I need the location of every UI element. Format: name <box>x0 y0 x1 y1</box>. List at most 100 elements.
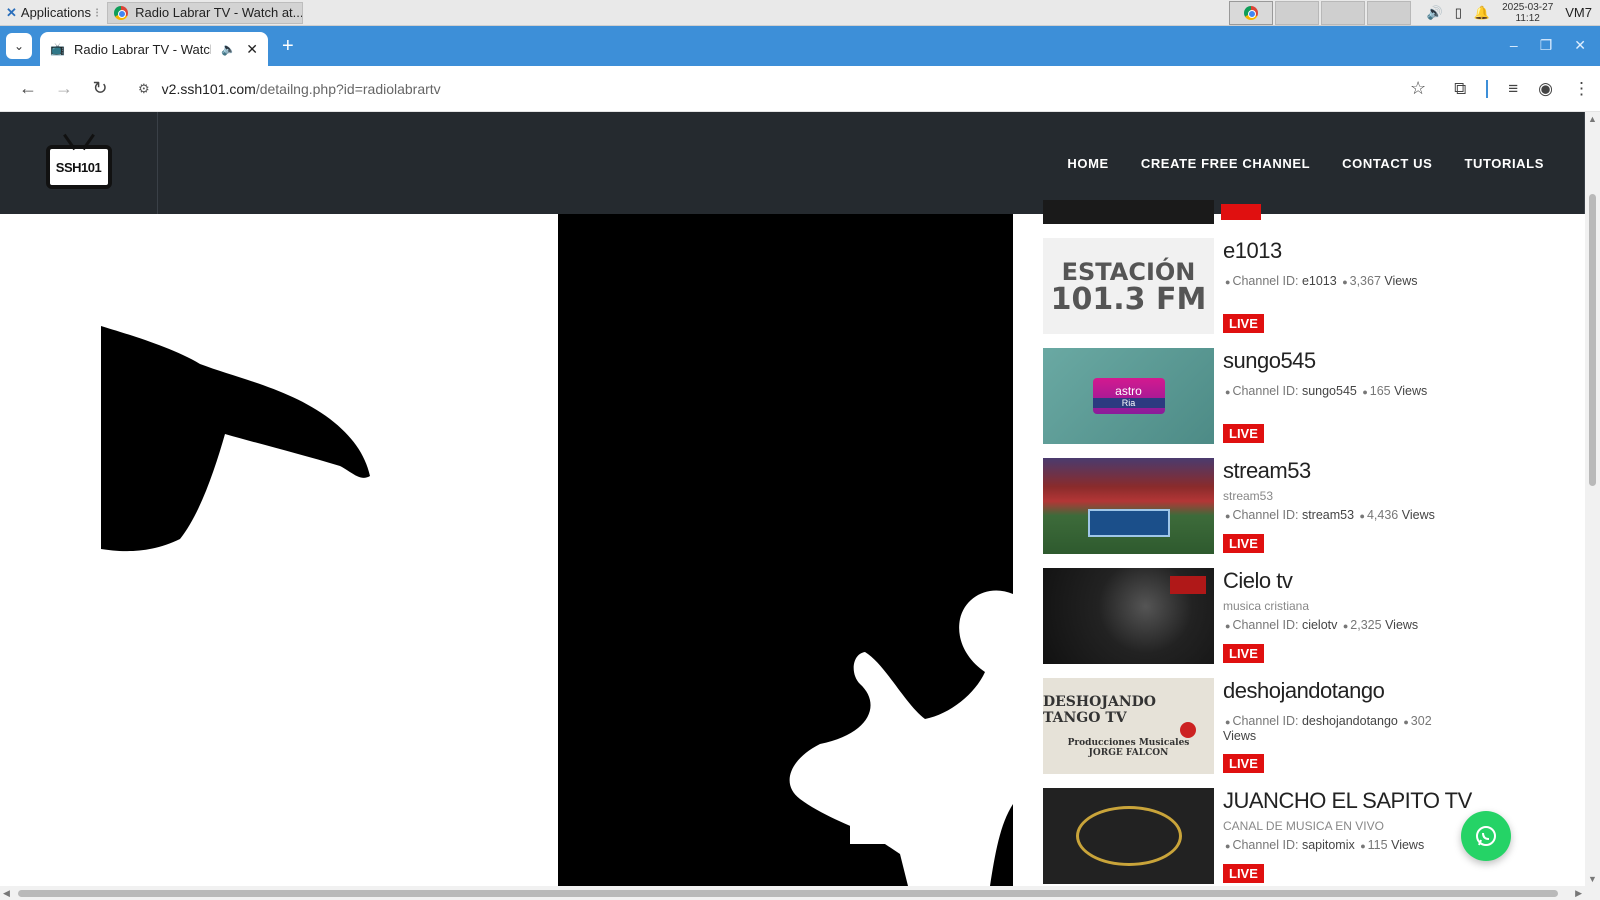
channel-meta: ● Channel ID: deshojandotango ● 302 Views <box>1223 714 1432 743</box>
vertical-scrollbar[interactable]: ▲ ▼ <box>1585 112 1600 886</box>
notification-bell-icon[interactable]: 🔔 <box>1474 5 1490 21</box>
volume-icon[interactable]: 🔊 <box>1427 5 1443 21</box>
close-window-icon[interactable]: ✕ <box>1574 37 1586 54</box>
views-label: Views <box>1391 838 1425 852</box>
extensions-puzzle-icon[interactable]: ⧉ <box>1454 79 1466 99</box>
channel-thumbnail[interactable]: DESHOJANDO TANGO TV Producciones Musical… <box>1043 678 1214 774</box>
horizontal-scroll-thumb[interactable] <box>18 890 1558 897</box>
channel-id: stream53 <box>1301 508 1355 522</box>
cielo-badge <box>1170 576 1206 594</box>
main-nav: HOME CREATE FREE CHANNEL CONTACT US TUTO… <box>1067 112 1585 214</box>
reload-icon[interactable]: ↻ <box>82 78 118 99</box>
channel-id: deshojandotango <box>1301 714 1398 728</box>
scroll-up-arrow-icon[interactable]: ▲ <box>1588 114 1597 124</box>
tv-logo-icon: SSH101 <box>45 145 112 189</box>
browser-tab-active[interactable]: 📺 Radio Labrar TV - Watch 🔈 ✕ <box>40 32 268 66</box>
clock-time: 11:12 <box>1515 12 1540 24</box>
taskbar-window-button[interactable]: Radio Labrar TV - Watch at... <box>107 1 304 24</box>
stadium-stage <box>1087 509 1170 537</box>
live-badge-partial <box>1221 204 1261 220</box>
battery-icon[interactable]: ▯ <box>1455 5 1462 21</box>
view-count: 2,325 <box>1350 618 1382 632</box>
channel-thumbnail[interactable] <box>1043 568 1214 664</box>
thumb-text: 101.3 FM <box>1050 282 1207 317</box>
channel-id: sapitomix <box>1301 838 1355 852</box>
scroll-down-arrow-icon[interactable]: ▼ <box>1588 874 1597 884</box>
channel-id-label: Channel ID: <box>1232 618 1299 632</box>
channel-name[interactable]: sungo545 <box>1223 348 1316 374</box>
channel-item[interactable]: Cielo tv musica cristiana ● Channel ID: c… <box>1043 568 1493 668</box>
channel-thumbnail[interactable] <box>1043 788 1214 884</box>
channel-id-label: Channel ID: <box>1232 508 1299 522</box>
channel-id-label: Channel ID: <box>1232 274 1299 288</box>
channel-item[interactable]: JUANCHO EL SAPITO TV CANAL DE MUSICA EN … <box>1043 788 1493 886</box>
workspace-4[interactable] <box>1366 0 1411 25</box>
new-tab-plus-icon[interactable]: + <box>282 35 294 58</box>
views-label: Views <box>1394 384 1428 398</box>
bookmark-star-icon[interactable]: ☆ <box>1410 78 1426 99</box>
channel-list: ESTACIÓN 101.3 FM e1013 ● Channel ID: e10… <box>1043 200 1493 886</box>
view-count: 4,436 <box>1366 508 1399 522</box>
channel-name[interactable]: JUANCHO EL SAPITO TV <box>1223 788 1472 814</box>
scroll-left-arrow-icon[interactable]: ◀ <box>3 888 10 899</box>
address-bar[interactable]: ⚙ v2.ssh101.com/detailng.php?id=radiolab… <box>128 71 1437 106</box>
channel-thumbnail-partial[interactable] <box>1043 200 1214 224</box>
views-label: Views <box>1401 508 1435 522</box>
workspace-3[interactable] <box>1320 0 1365 25</box>
channel-name[interactable]: Cielo tv <box>1223 568 1293 594</box>
nav-create-free-channel[interactable]: CREATE FREE CHANNEL <box>1141 156 1310 171</box>
nav-tutorials[interactable]: TUTORIALS <box>1464 156 1544 171</box>
channel-thumbnail[interactable]: ESTACIÓN 101.3 FM <box>1043 238 1214 334</box>
workspace-1[interactable] <box>1228 0 1273 25</box>
minimize-icon[interactable]: – <box>1510 37 1518 54</box>
tab-search-chevron-icon[interactable]: ⌄ <box>6 33 32 59</box>
channel-item[interactable]: DESHOJANDO TANGO TV Producciones Musical… <box>1043 678 1493 778</box>
video-player[interactable] <box>0 214 1013 886</box>
forward-arrow-icon[interactable]: → <box>46 78 82 99</box>
workspace-2[interactable] <box>1274 0 1319 25</box>
url-path: /detailng.php?id=radiolabrartv <box>255 80 441 97</box>
channel-name[interactable]: stream53 <box>1223 458 1311 484</box>
tab-audio-icon[interactable]: 🔈 <box>221 42 236 56</box>
site-info-icon[interactable]: ⚙ <box>138 81 150 97</box>
channel-name[interactable]: deshojandotango <box>1223 678 1385 704</box>
channel-name[interactable]: e1013 <box>1223 238 1282 264</box>
clock[interactable]: 2025-03-27 11:12 <box>1502 2 1553 24</box>
channel-subtitle: stream53 <box>1223 489 1274 503</box>
channel-thumbnail[interactable] <box>1043 458 1214 554</box>
channel-meta: ● Channel ID: sapitomix ● 115 Views <box>1225 838 1425 852</box>
media-queue-icon[interactable]: ≡ <box>1508 79 1518 99</box>
live-badge: LIVE <box>1223 424 1264 443</box>
browser-toolbar: ← → ↻ ⚙ v2.ssh101.com/detailng.php?id=ra… <box>0 66 1600 112</box>
channel-id-label: Channel ID: <box>1232 384 1299 398</box>
nav-contact-us[interactable]: CONTACT US <box>1342 156 1432 171</box>
nav-home[interactable]: HOME <box>1067 156 1108 171</box>
profile-avatar-icon[interactable]: ◉ <box>1538 79 1553 99</box>
tab-close-icon[interactable]: ✕ <box>246 41 258 58</box>
whatsapp-icon <box>1476 826 1496 846</box>
channel-item[interactable]: astro Ria sungo545 ● Channel ID: sungo545… <box>1043 348 1493 448</box>
scroll-right-arrow-icon[interactable]: ▶ <box>1575 888 1582 899</box>
channel-item[interactable]: stream53 stream53 ● Channel ID: stream53 … <box>1043 458 1493 558</box>
logo-text-101: 101 <box>81 159 102 175</box>
more-menu-icon[interactable]: ⋮ <box>1573 79 1590 99</box>
browser-tabstrip: ⌄ 📺 Radio Labrar TV - Watch 🔈 ✕ + – ❐ ✕ <box>0 26 1600 66</box>
applications-menu[interactable]: ✕ Applications ⁝ <box>0 0 105 25</box>
user-label[interactable]: VM7 <box>1565 5 1592 20</box>
whatsapp-chat-button[interactable] <box>1461 811 1511 861</box>
live-badge: LIVE <box>1223 754 1264 773</box>
channel-thumbnail[interactable]: astro Ria <box>1043 348 1214 444</box>
channel-id: sungo545 <box>1301 384 1357 398</box>
live-badge: LIVE <box>1223 864 1264 883</box>
channel-subtitle: CANAL DE MUSICA EN VIVO <box>1223 819 1384 833</box>
back-arrow-icon[interactable]: ← <box>10 78 46 99</box>
taskbar-window-title: Radio Labrar TV - Watch at... <box>135 5 304 20</box>
clock-date: 2025-03-27 <box>1502 1 1554 13</box>
horizontal-scrollbar[interactable]: ◀ ▶ <box>0 886 1600 900</box>
channel-item[interactable]: ESTACIÓN 101.3 FM e1013 ● Channel ID: e10… <box>1043 238 1493 338</box>
views-label: Views <box>1385 618 1419 632</box>
restore-icon[interactable]: ❐ <box>1540 37 1553 54</box>
vertical-scroll-thumb[interactable] <box>1589 194 1596 486</box>
applications-label: Applications <box>20 5 92 20</box>
site-logo[interactable]: SSH101 <box>0 112 158 214</box>
